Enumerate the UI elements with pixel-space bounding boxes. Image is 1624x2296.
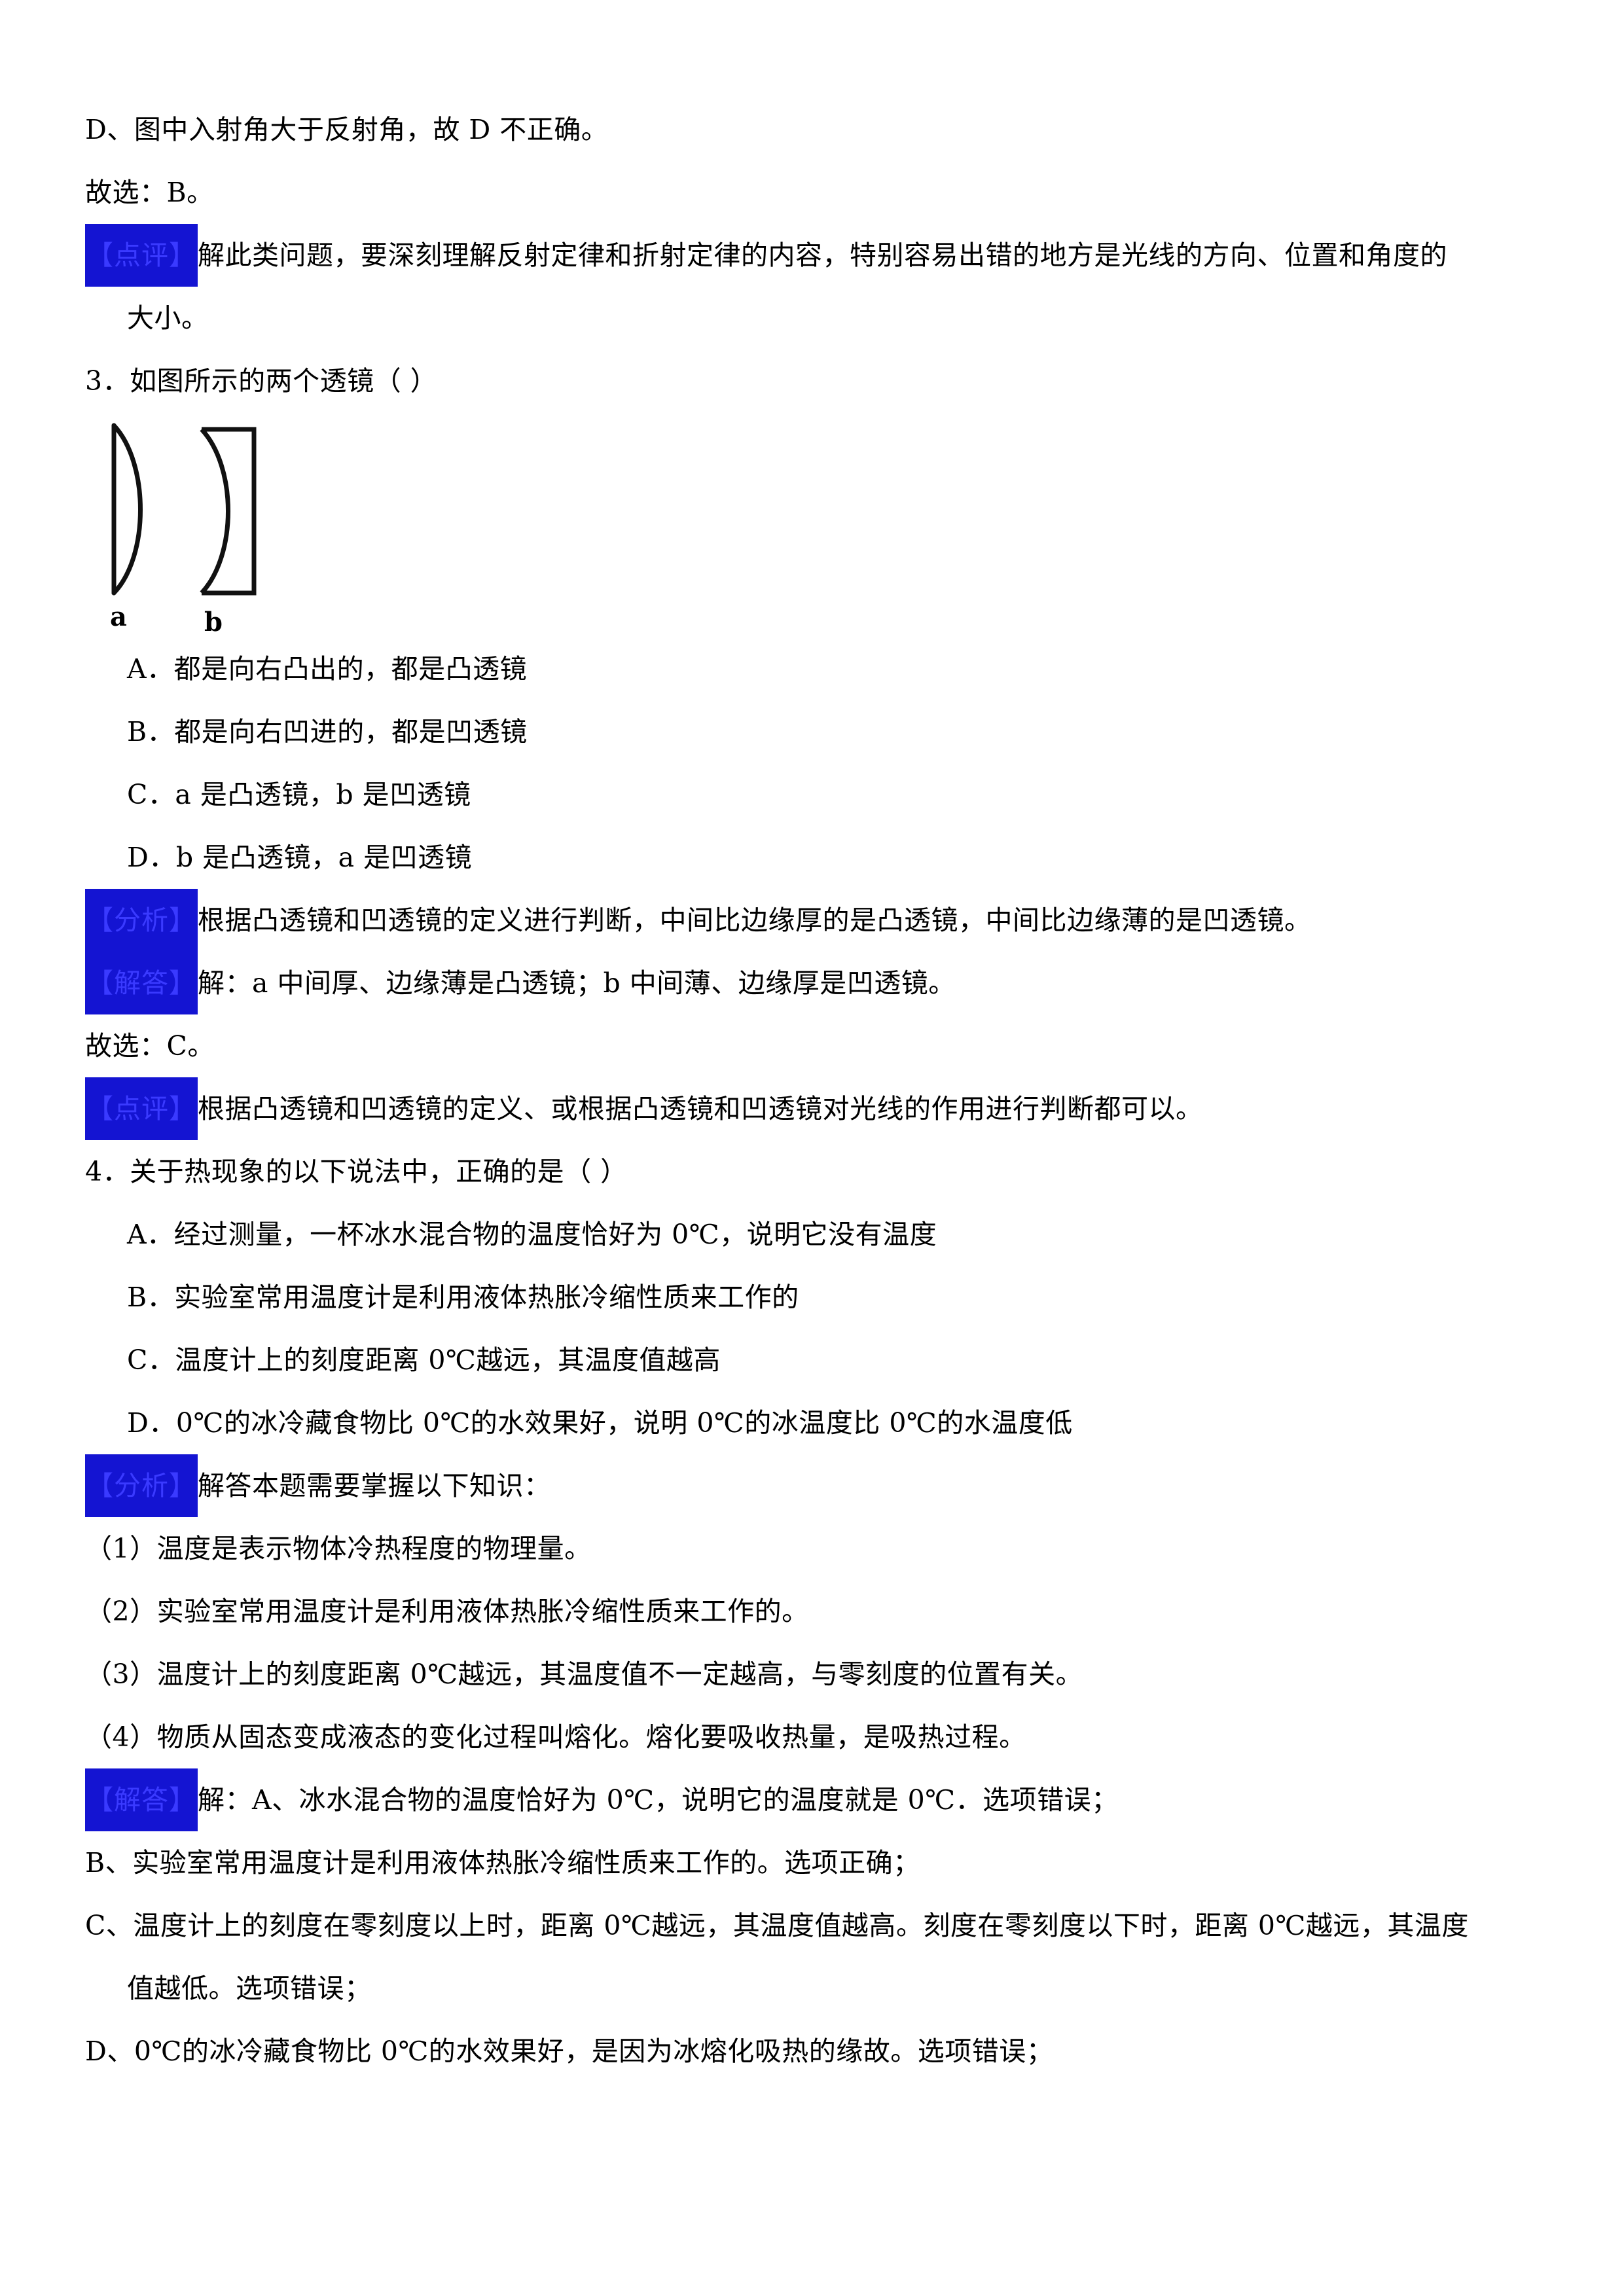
- q4-stem-text: 关于热现象的以下说法中，正确的是（ ）: [130, 1156, 628, 1187]
- q4-analysis-text: 解答本题需要掌握以下知识：: [198, 1470, 551, 1501]
- analysis-tag: 【分析】: [85, 1454, 198, 1517]
- solution-tag: 【解答】: [85, 1768, 198, 1831]
- q4-option-c[interactable]: C．温度计上的刻度距离 0℃越远，其温度值越高: [85, 1329, 1539, 1391]
- q4-analysis-point-2: （2）实验室常用温度计是利用液体热胀冷缩性质来工作的。: [85, 1596, 809, 1627]
- q3-analysis-text: 根据凸透镜和凹透镜的定义进行判断，中间比边缘厚的是凸透镜，中间比边缘薄的是凹透镜…: [198, 905, 1312, 936]
- q3-solution-text: 解：a 中间厚、边缘薄是凸透镜；b 中间薄、边缘厚是凹透镜。: [198, 967, 956, 999]
- q3-comment: 【点评】根据凸透镜和凹透镜的定义、或根据凸透镜和凹透镜对光线的作用进行判断都可以…: [85, 1077, 1539, 1140]
- q3-option-c[interactable]: C．a 是凸透镜，b 是凹透镜: [85, 763, 1539, 826]
- lens-b-label: b: [204, 607, 223, 634]
- q4-solution-line-c-cont: 值越低。选项错误；: [127, 1973, 372, 2004]
- q4-solution-line-c: C、温度计上的刻度在零刻度以上时，距离 0℃越远，其温度值越高。刻度在零刻度以下…: [85, 1910, 1469, 1941]
- q3-answer: 故选：C。: [85, 1030, 215, 1062]
- q4-solution-text: 解：A、冰水混合物的温度恰好为 0℃，说明它的温度就是 0℃．选项错误；: [198, 1784, 1119, 1816]
- q3-number: 3．: [85, 365, 130, 397]
- comment-tag: 【点评】: [85, 1077, 198, 1140]
- q4-analysis-point-3: （3）温度计上的刻度距离 0℃越远，其温度值不一定越高，与零刻度的位置有关。: [85, 1659, 1083, 1690]
- q4-stem: 4．关于热现象的以下说法中，正确的是（ ）: [85, 1140, 1539, 1203]
- lens-figure: a b: [98, 418, 373, 634]
- analysis-tag: 【分析】: [85, 889, 198, 952]
- q4-option-a[interactable]: A．经过测量，一杯冰水混合物的温度恰好为 0℃，说明它没有温度: [85, 1203, 1539, 1266]
- q3-option-a[interactable]: A．都是向右凸出的，都是凸透镜: [85, 637, 1539, 700]
- q4-analysis-point-1: （1）温度是表示物体冷热程度的物理量。: [85, 1533, 592, 1564]
- comment-tag: 【点评】: [85, 224, 198, 287]
- q3-comment-text: 根据凸透镜和凹透镜的定义、或根据凸透镜和凹透镜对光线的作用进行判断都可以。: [198, 1093, 1203, 1124]
- solution-tag: 【解答】: [85, 952, 198, 1014]
- q4-option-d[interactable]: D．0℃的冰冷藏食物比 0℃的水效果好，说明 0℃的冰温度比 0℃的水温度低: [85, 1391, 1539, 1454]
- q4-option-b[interactable]: B．实验室常用温度计是利用液体热胀冷缩性质来工作的: [85, 1266, 1539, 1329]
- lens-figure-svg: a b: [110, 423, 257, 634]
- q3-stem: 3．如图所示的两个透镜（ ）: [85, 350, 1539, 412]
- q4-analysis: 【分析】解答本题需要掌握以下知识：: [85, 1454, 1539, 1517]
- document-page: D、图中入射角大于反射角，故 D 不正确。 故选：B。 【点评】解此类问题，要深…: [0, 0, 1624, 2296]
- q2-comment-line-1: 【点评】解此类问题，要深刻理解反射定律和折射定律的内容，特别容易出错的地方是光线…: [85, 224, 1539, 287]
- q3-analysis: 【分析】根据凸透镜和凹透镜的定义进行判断，中间比边缘厚的是凸透镜，中间比边缘薄的…: [85, 889, 1539, 952]
- lens-a-shape: [111, 423, 143, 596]
- q3-option-b[interactable]: B．都是向右凹进的，都是凹透镜: [85, 700, 1539, 763]
- q4-number: 4．: [85, 1156, 130, 1187]
- q2-option-d: D、图中入射角大于反射角，故 D 不正确。: [85, 114, 609, 145]
- q2-answer: 故选：B。: [85, 177, 214, 208]
- q4-analysis-point-4: （4）物质从固态变成液态的变化过程叫熔化。熔化要吸收热量，是吸热过程。: [85, 1721, 1026, 1753]
- q3-solution: 【解答】解：a 中间厚、边缘薄是凸透镜；b 中间薄、边缘厚是凹透镜。: [85, 952, 1539, 1014]
- q4-solution: 【解答】解：A、冰水混合物的温度恰好为 0℃，说明它的温度就是 0℃．选项错误；: [85, 1768, 1539, 1831]
- q2-comment-line-2: 大小。: [127, 302, 209, 334]
- lens-a-label: a: [110, 601, 127, 632]
- q4-solution-line-b: B、实验室常用温度计是利用液体热胀冷缩性质来工作的。选项正确；: [85, 1847, 920, 1878]
- q4-solution-line-d: D、0℃的冰冷藏食物比 0℃的水效果好，是因为冰熔化吸热的缘故。选项错误；: [85, 2036, 1054, 2067]
- q2-comment-text: 解此类问题，要深刻理解反射定律和折射定律的内容，特别容易出错的地方是光线的方向、…: [198, 240, 1447, 271]
- q3-stem-text: 如图所示的两个透镜（ ）: [130, 365, 438, 397]
- lens-b-shape: [200, 427, 257, 596]
- q3-option-d[interactable]: D．b 是凸透镜，a 是凹透镜: [85, 826, 1539, 889]
